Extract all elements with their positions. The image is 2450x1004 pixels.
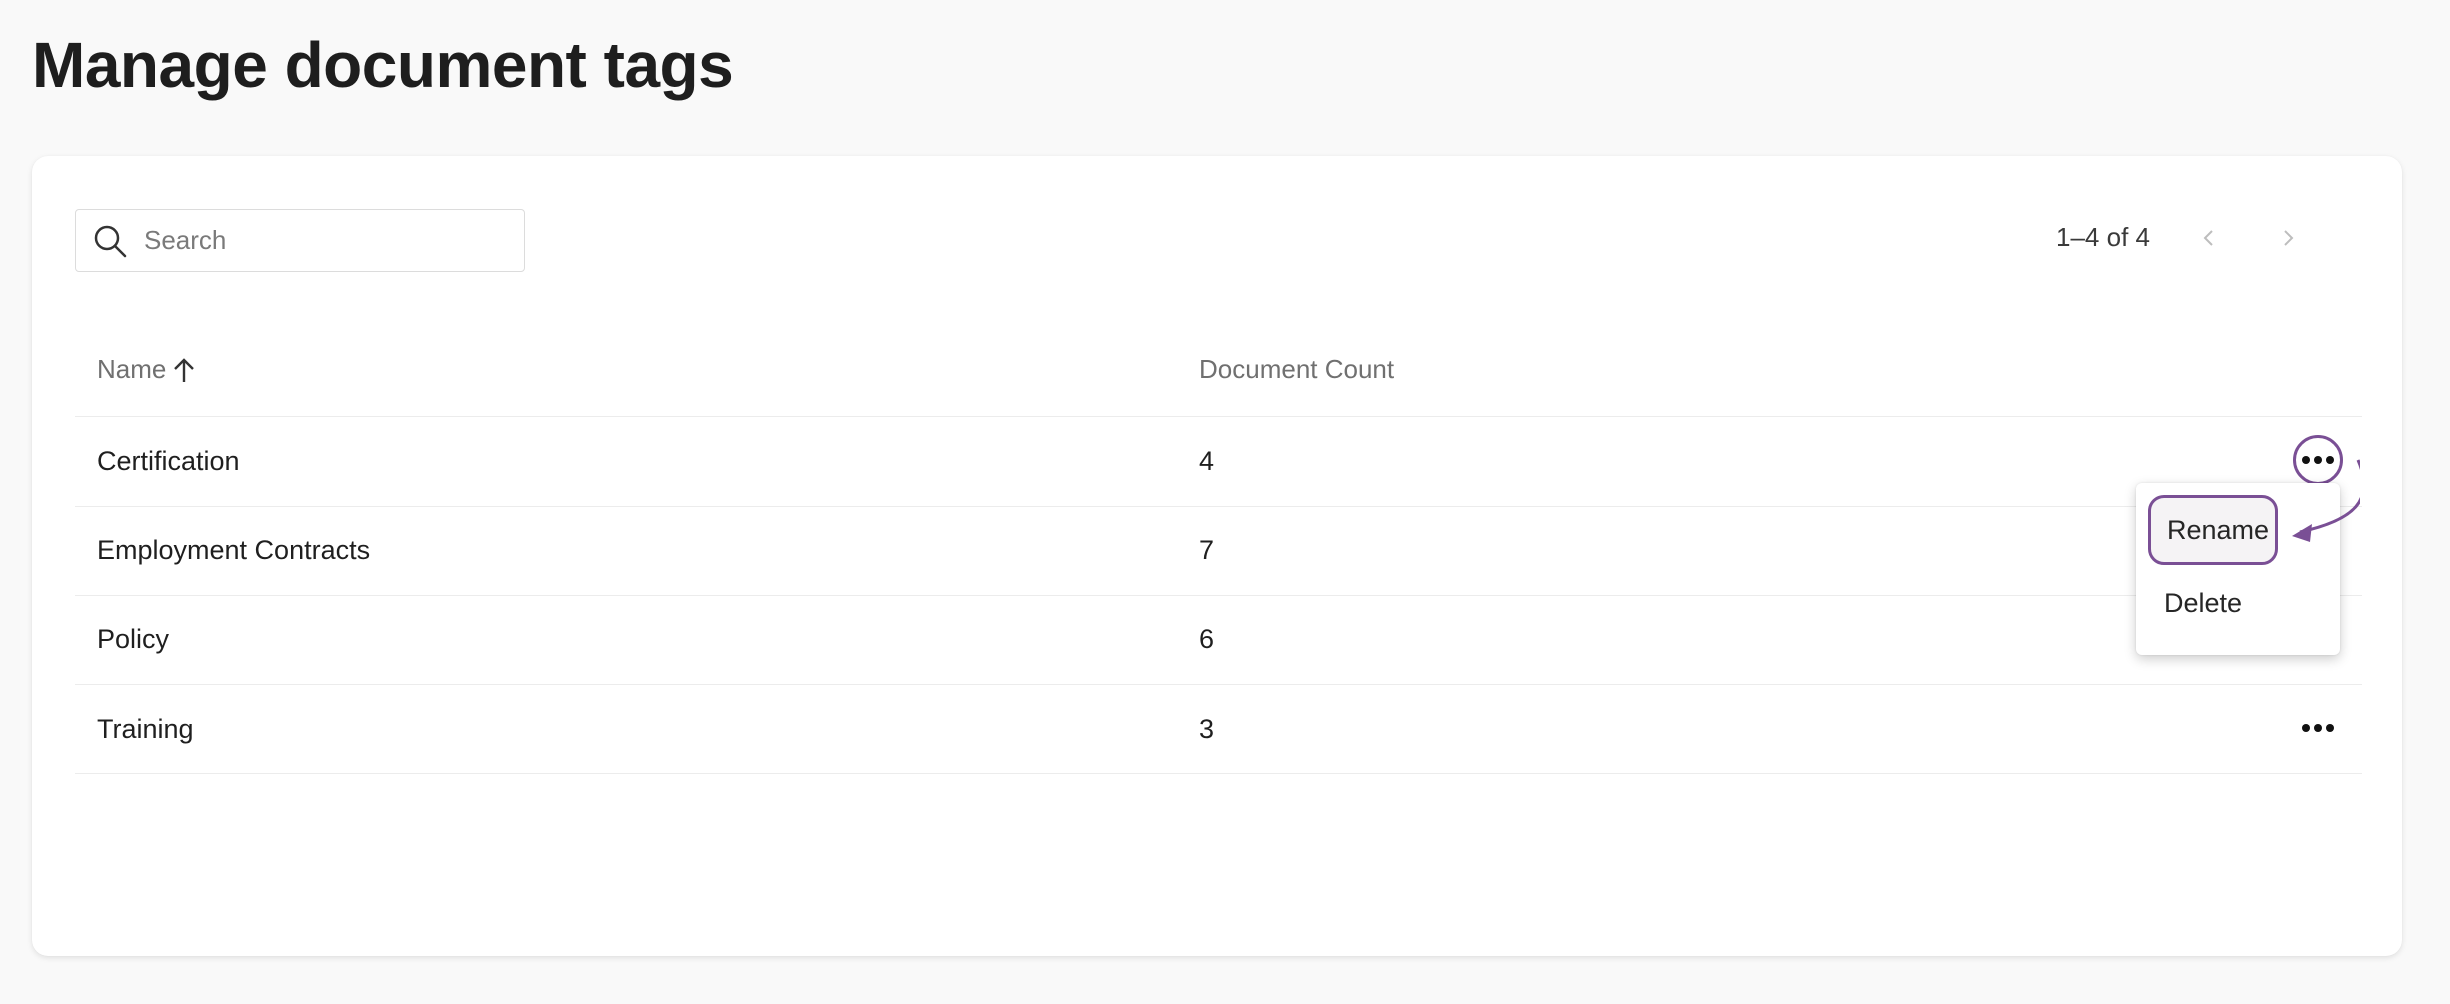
more-horizontal-icon <box>2302 456 2334 464</box>
previous-page-button[interactable] <box>2189 218 2229 258</box>
row-divider <box>75 506 2362 507</box>
pagination-range: 1–4 of 4 <box>2056 222 2150 252</box>
row-count: 3 <box>1199 714 1215 744</box>
row-name: Certification <box>97 446 240 476</box>
search-icon <box>92 223 128 259</box>
row-divider <box>75 773 2362 774</box>
rename-menu-item[interactable]: Rename <box>2148 495 2278 565</box>
row-name: Training <box>97 714 194 744</box>
more-horizontal-icon <box>2302 724 2334 732</box>
row-name: Employment Contracts <box>97 535 371 565</box>
next-page-button[interactable] <box>2268 218 2308 258</box>
search-input[interactable] <box>144 225 504 256</box>
row-actions-button[interactable] <box>2293 703 2343 753</box>
column-header-name[interactable]: Name <box>97 354 196 385</box>
row-divider <box>75 595 2362 596</box>
column-header-document-count[interactable]: Document Count <box>1199 354 1394 385</box>
chevron-left-icon <box>2203 230 2213 246</box>
row-count: 6 <box>1199 624 1215 654</box>
search-box[interactable] <box>75 209 525 272</box>
column-header-name-label: Name <box>97 354 167 384</box>
header-divider <box>75 416 2362 417</box>
row-divider <box>75 684 2362 685</box>
row-actions-button[interactable] <box>2293 435 2343 485</box>
tags-table-card: 1–4 of 4 Name Document Count Certificati… <box>32 156 2402 956</box>
page-title: Manage document tags <box>32 29 734 101</box>
row-name: Policy <box>97 624 170 654</box>
row-actions-menu: Rename Delete <box>2136 483 2340 655</box>
chevron-right-icon <box>2284 230 2294 246</box>
delete-menu-item[interactable]: Delete <box>2148 568 2258 638</box>
row-count: 4 <box>1199 446 1215 476</box>
arrow-up-icon <box>172 356 196 384</box>
row-count: 7 <box>1199 535 1215 565</box>
